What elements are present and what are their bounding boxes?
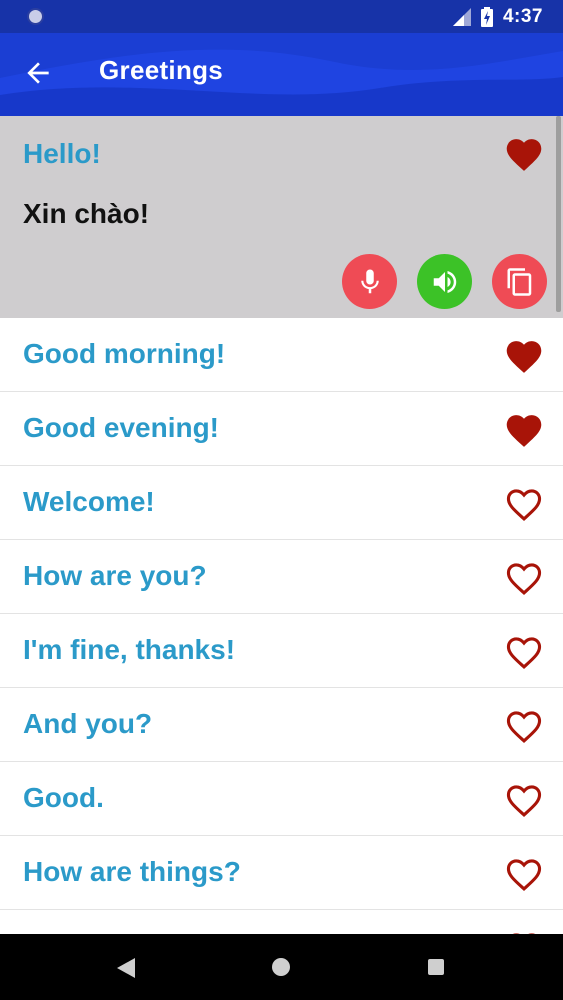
page-title: Greetings <box>99 55 224 85</box>
phrase-text: Good. <box>23 782 104 813</box>
signal-icon <box>452 7 471 26</box>
heart-filled-icon[interactable] <box>503 134 545 172</box>
arrow-left-icon[interactable] <box>22 57 54 89</box>
phrase-item[interactable]: And you? <box>0 688 563 762</box>
heart-outline-icon[interactable] <box>503 632 545 670</box>
phrase-text: Good evening! <box>23 412 219 443</box>
notification-dot-icon <box>27 8 44 25</box>
battery-icon <box>480 6 493 27</box>
expanded-phrase-item[interactable]: Hello! Xin chào! <box>0 116 563 318</box>
phrase-text: I'm fine, thanks! <box>23 634 236 665</box>
phrase-item[interactable]: I'm fine, thanks! <box>0 614 563 688</box>
microphone-button[interactable] <box>342 254 397 309</box>
heart-filled-icon[interactable] <box>503 410 545 448</box>
navigation-bar <box>0 934 563 1000</box>
app-bar-wave-decoration <box>0 49 563 116</box>
phrase-item[interactable]: Good evening! <box>0 392 563 466</box>
phrase-item[interactable]: Good. <box>0 762 563 836</box>
phrase-item[interactable]: How are you? <box>0 540 563 614</box>
phrase-list[interactable]: Hello! Xin chào! Good morning! Good even… <box>0 116 563 934</box>
scrollbar[interactable] <box>556 116 561 312</box>
heart-outline-icon[interactable] <box>503 706 545 744</box>
app-bar: Greetings <box>0 33 563 116</box>
heart-outline-icon[interactable] <box>503 854 545 892</box>
nav-back-icon[interactable] <box>117 958 135 978</box>
translation-text: Xin chào! <box>23 198 150 229</box>
copy-button[interactable] <box>492 254 547 309</box>
heart-outline-icon[interactable] <box>503 558 545 596</box>
heart-filled-icon[interactable] <box>503 336 545 374</box>
phrase-text: And you? <box>23 708 153 739</box>
speaker-icon <box>433 270 456 293</box>
status-time: 4:37 <box>502 5 543 27</box>
copy-icon <box>507 267 531 296</box>
heart-outline-icon[interactable] <box>503 484 545 522</box>
nav-home-icon[interactable] <box>272 958 290 976</box>
phrase-text: Welcome! <box>23 486 155 517</box>
phrase-item[interactable]: How are things? <box>0 836 563 910</box>
status-bar: 4:37 <box>0 0 563 33</box>
phrase-item-partial[interactable] <box>0 910 563 934</box>
phrase-text: Hello! <box>23 138 101 169</box>
phrase-item[interactable]: Welcome! <box>0 466 563 540</box>
phrase-text: Good morning! <box>23 338 226 369</box>
microphone-icon <box>360 269 379 293</box>
speaker-button[interactable] <box>417 254 472 309</box>
heart-outline-icon[interactable] <box>503 780 545 818</box>
phrase-text: How are things? <box>23 856 241 887</box>
phrase-text: How are you? <box>23 560 207 591</box>
phrase-item[interactable]: Good morning! <box>0 318 563 392</box>
nav-recents-icon[interactable] <box>428 959 444 975</box>
